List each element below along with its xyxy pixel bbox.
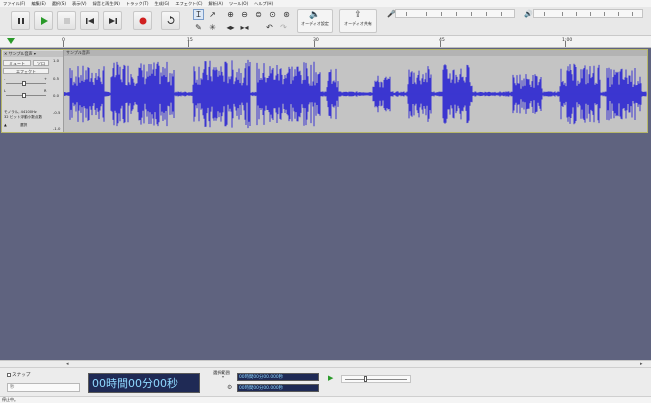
play-icon — [40, 16, 48, 25]
skip-to-end-button[interactable] — [103, 11, 122, 30]
audio-clip[interactable]: サンプル音声 — [64, 50, 647, 132]
pause-button[interactable] — [11, 11, 30, 30]
ruler-label-60: 1:00 — [562, 38, 573, 43]
toolbar: Ｉ ↗ ✎ ✳ ⊕ ⊖ ⊜ ⊙ ⊛ ◂▸ ▸◂ ↶ ↷ 🔈 オーディオ設定 ⇪ … — [0, 7, 651, 36]
fit-project-icon[interactable]: ⊙ — [267, 9, 278, 20]
scale-bottom: -1.0 — [53, 126, 61, 131]
skip-to-end-icon — [108, 17, 117, 24]
play-button[interactable] — [34, 11, 53, 30]
silence-icon[interactable]: ▸◂ — [239, 22, 250, 33]
pan-left-label: L — [4, 89, 7, 93]
menu-file[interactable]: ファイル(F) — [0, 0, 28, 7]
record-meter[interactable] — [395, 9, 515, 18]
selection-toolbar: スナップ 秒 00時間00分00秒 選択範囲 ▾ ⚙ 00時間00分00.000… — [0, 367, 651, 396]
multi-tool-icon[interactable]: ✳ — [207, 22, 218, 33]
undo-icon[interactable]: ↶ — [264, 22, 275, 33]
playback-meter-icon[interactable]: 🔊 — [524, 10, 533, 18]
selection-start-field[interactable]: 00時間00分00.000秒 — [237, 373, 319, 381]
zoom-out-icon[interactable]: ⊖ — [239, 9, 250, 20]
track-area[interactable]: ✕ サンプル音声 ▾ ミュート ソロ エフェクト - + L R モノラル, 4… — [0, 48, 651, 360]
play-head-icon[interactable] — [7, 38, 15, 44]
selection-end-field[interactable]: 00時間00分00.000秒 — [237, 384, 319, 392]
snap-label: スナップ — [12, 373, 31, 378]
selection-tool-icon[interactable]: Ｉ — [193, 9, 204, 20]
loop-button[interactable] — [161, 11, 180, 30]
menu-edit[interactable]: 編集(E) — [28, 0, 48, 7]
trim-icon[interactable]: ◂▸ — [225, 22, 236, 33]
menu-tracks[interactable]: トラック(T) — [123, 0, 152, 7]
mute-button[interactable]: ミュート — [3, 60, 31, 66]
track-sample-info: 32 ビット浮動小数点数 — [4, 115, 43, 119]
envelope-tool-icon[interactable]: ↗ — [207, 9, 218, 20]
time-display[interactable]: 00時間00分00秒 — [88, 373, 200, 393]
gain-slider-knob[interactable] — [22, 81, 26, 86]
timeline-ruler[interactable]: 0 15 30 45 1:00 — [0, 36, 651, 48]
audio-share-button[interactable]: ⇪ オーディオ共有 — [339, 9, 377, 33]
chevron-down-icon[interactable]: ▾ — [34, 51, 36, 56]
zoom-toggle-icon[interactable]: ⊛ — [281, 9, 292, 20]
fit-selection-icon[interactable]: ⊜ — [253, 9, 264, 20]
record-icon — [139, 17, 146, 24]
record-button[interactable] — [133, 11, 152, 30]
scale-lower: -0.5 — [53, 110, 61, 115]
audio-share-label: オーディオ共有 — [344, 21, 372, 26]
skip-to-start-icon — [85, 17, 94, 24]
loop-icon — [167, 16, 175, 24]
skip-to-start-button[interactable] — [80, 11, 99, 30]
horizontal-scrollbar[interactable]: ◂ ▸ — [0, 360, 651, 367]
menu-select[interactable]: 選択(S) — [49, 0, 69, 7]
solo-button[interactable]: ソロ — [33, 60, 49, 66]
effects-button[interactable]: エフェクト — [3, 68, 49, 74]
waveform[interactable] — [64, 56, 647, 132]
gain-minus-label: - — [4, 77, 6, 81]
menu-effect[interactable]: エフェクト(C) — [172, 0, 205, 7]
gear-icon[interactable]: ⚙ — [227, 384, 232, 391]
audio-track[interactable]: ✕ サンプル音声 ▾ ミュート ソロ エフェクト - + L R モノラル, 4… — [1, 49, 648, 133]
menu-transport[interactable]: 録音と再生(N) — [90, 0, 123, 7]
scale-upper: 0.5 — [53, 76, 60, 81]
scale-mid: 0.0 — [53, 93, 60, 98]
stop-icon — [63, 17, 70, 24]
menu-generate[interactable]: 生成(G) — [151, 0, 172, 7]
gain-plus-label: + — [44, 77, 48, 81]
playback-speed-knob[interactable] — [364, 376, 367, 382]
snap-checkbox[interactable]: スナップ — [7, 372, 30, 378]
track-control-panel: ✕ サンプル音声 ▾ ミュート ソロ エフェクト - + L R モノラル, 4… — [2, 50, 64, 132]
pan-slider-knob[interactable] — [22, 93, 26, 98]
audio-setup-label: オーディオ設定 — [301, 21, 329, 26]
snap-dropdown[interactable]: 秒 — [7, 383, 80, 392]
play-at-speed-icon[interactable]: ▶ — [328, 374, 333, 382]
pan-right-label: R — [44, 89, 47, 93]
playback-speed-slider[interactable] — [341, 375, 411, 383]
pause-icon — [17, 17, 24, 24]
draw-tool-icon[interactable]: ✎ — [193, 22, 204, 33]
track-name-menu[interactable]: ✕ サンプル音声 ▾ — [3, 51, 63, 57]
zoom-in-icon[interactable]: ⊕ — [225, 9, 236, 20]
menu-analyze[interactable]: 解析(A) — [206, 0, 227, 7]
status-bar: 停止中。 — [0, 396, 651, 403]
playback-meter[interactable] — [533, 9, 643, 18]
audio-setup-button[interactable]: 🔈 オーディオ設定 — [297, 9, 333, 33]
gain-slider[interactable] — [6, 83, 46, 84]
close-track-icon[interactable]: ✕ — [4, 51, 7, 56]
scale-top: 1.0 — [53, 58, 60, 63]
upload-icon: ⇪ — [354, 10, 362, 20]
menu-tools[interactable]: ツール(O) — [226, 0, 251, 7]
menu-view[interactable]: 表示(V) — [69, 0, 90, 7]
redo-icon[interactable]: ↷ — [278, 22, 289, 33]
pan-slider[interactable] — [6, 95, 46, 96]
track-name: サンプル音声 — [8, 51, 33, 56]
snap-checkbox-box[interactable] — [7, 372, 11, 377]
collapse-icon[interactable]: ▲ — [4, 123, 7, 127]
selection-mode-dropdown-icon[interactable]: ▾ — [222, 374, 224, 379]
select-track-button[interactable]: 選択 — [20, 123, 27, 128]
menu-bar: ファイル(F) 編集(E) 選択(S) 表示(V) 録音と再生(N) トラック(… — [0, 0, 651, 7]
speaker-icon: 🔈 — [309, 10, 321, 20]
stop-button[interactable] — [57, 11, 76, 30]
menu-help[interactable]: ヘルプ(H) — [251, 0, 276, 7]
